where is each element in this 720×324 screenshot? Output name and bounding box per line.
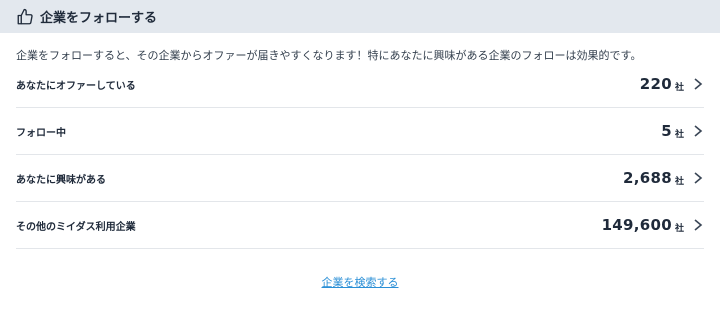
row-unit: 社 [674,82,684,93]
row-label: あなたにオファーしている [16,80,136,92]
row-count: 2,688 [623,169,672,187]
footer: 企業を検索する [0,271,720,290]
row-count: 5 [661,122,672,140]
chevron-right-icon [692,77,704,91]
row-unit: 社 [674,176,684,187]
row-unit: 社 [674,129,684,140]
chevron-right-icon [692,171,704,185]
description-text: 企業をフォローすると、その企業からオファーが届きやすくなります！特にあなたに興味… [16,49,642,62]
section-header: 企業をフォローする [0,0,720,33]
row-count: 220 [639,75,672,93]
search-companies-link[interactable]: 企業を検索する [322,276,399,289]
thumbs-up-icon [16,8,34,26]
row-other-companies[interactable]: その他のミイダス利用企業 149,600 社 [16,202,704,249]
row-offering[interactable]: あなたにオファーしている 220 社 [16,61,704,108]
row-unit: 社 [674,223,684,234]
section-title: 企業をフォローする [40,11,158,26]
chevron-right-icon [692,124,704,138]
row-label: フォロー中 [16,127,66,139]
row-interested[interactable]: あなたに興味がある 2,688 社 [16,155,704,202]
row-label: あなたに興味がある [16,174,106,186]
row-label: その他のミイダス利用企業 [16,221,136,233]
company-list: あなたにオファーしている 220 社 フォロー中 5 社 あなたに興味がある 2… [16,61,704,249]
row-count: 149,600 [601,216,672,234]
row-following[interactable]: フォロー中 5 社 [16,108,704,155]
chevron-right-icon [692,218,704,232]
